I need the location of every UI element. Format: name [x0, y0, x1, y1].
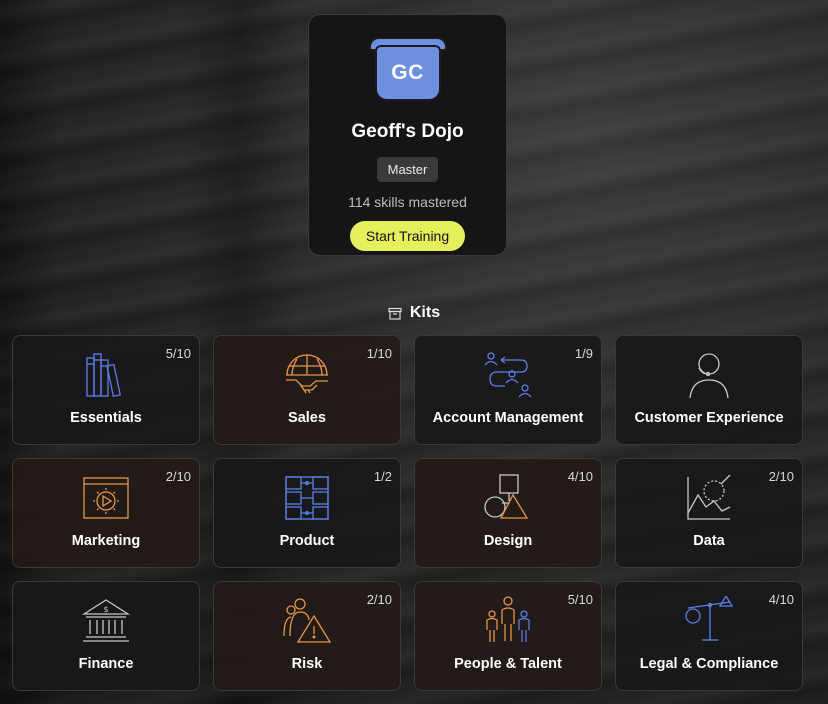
- kit-progress: 4/10: [567, 469, 593, 484]
- page-title: Geoff's Dojo: [351, 121, 464, 142]
- skills-count: 114 skills mastered: [348, 194, 467, 210]
- kit-progress: 5/10: [165, 346, 191, 361]
- kit-card-people-talent[interactable]: 5/10 People & Talent: [414, 581, 602, 691]
- kits-heading-label: Kits: [409, 304, 441, 321]
- kits-heading: Kits: [0, 304, 828, 322]
- kit-label: Customer Experience: [634, 410, 784, 426]
- kit-label: Data: [693, 533, 725, 549]
- person-headset-icon: [689, 353, 729, 399]
- kit-label: Legal & Compliance: [639, 656, 779, 672]
- product-blocks-icon: [285, 476, 329, 520]
- profile-card: GC Geoff's Dojo Master 114 skills master…: [308, 14, 507, 256]
- bank-icon: $: [81, 599, 131, 642]
- kit-label: People & Talent: [454, 656, 562, 672]
- globe-handshake-icon: [286, 354, 328, 394]
- kit-progress: 2/10: [366, 592, 392, 607]
- archive-box-icon: [388, 307, 402, 320]
- kit-progress: 1/10: [366, 346, 392, 361]
- avatar: GC: [368, 37, 447, 101]
- kits-grid: 5/10 Essentials 1/10 Sales 1/9 Account M…: [12, 335, 803, 691]
- kit-progress: 5/10: [567, 592, 593, 607]
- kit-card-finance[interactable]: $ Finance: [12, 581, 200, 691]
- kit-label: Product: [279, 533, 335, 549]
- avatar-initials: GC: [374, 45, 441, 101]
- kit-label: Design: [483, 533, 533, 549]
- kit-label: Sales: [288, 410, 326, 426]
- kit-card-marketing[interactable]: 2/10 Marketing: [12, 458, 200, 568]
- kit-card-essentials[interactable]: 5/10 Essentials: [12, 335, 200, 445]
- kit-label: Marketing: [71, 533, 141, 549]
- books-icon: [86, 353, 122, 398]
- video-play-icon: [83, 477, 129, 519]
- kit-label: Account Management: [432, 410, 584, 426]
- kit-progress: 2/10: [165, 469, 191, 484]
- kit-card-customer-experience[interactable]: Customer Experience: [615, 335, 803, 445]
- team-icon: [486, 596, 530, 642]
- kit-label: Risk: [291, 656, 323, 672]
- kit-card-design[interactable]: 4/10 Design: [414, 458, 602, 568]
- kit-progress: 1/2: [373, 469, 392, 484]
- scales-icon: [685, 596, 734, 641]
- svg-text:$: $: [103, 605, 108, 614]
- kit-progress: 1/9: [574, 346, 593, 361]
- kit-progress: 4/10: [768, 592, 794, 607]
- people-warning-icon: [283, 598, 332, 643]
- chart-magnifier-icon: [687, 474, 731, 520]
- kit-card-product[interactable]: 1/2 Product: [213, 458, 401, 568]
- kit-card-account-management[interactable]: 1/9 Account Management: [414, 335, 602, 445]
- kit-progress: 2/10: [768, 469, 794, 484]
- kit-card-legal-compliance[interactable]: 4/10 Legal & Compliance: [615, 581, 803, 691]
- shapes-icon: [484, 474, 529, 519]
- kit-label: Finance: [78, 656, 134, 672]
- start-training-button[interactable]: Start Training: [349, 221, 466, 251]
- people-exchange-icon: [484, 352, 532, 398]
- kit-card-sales[interactable]: 1/10 Sales: [213, 335, 401, 445]
- kit-label: Essentials: [70, 410, 142, 426]
- kit-card-data[interactable]: 2/10 Data: [615, 458, 803, 568]
- kit-card-risk[interactable]: 2/10 Risk: [213, 581, 401, 691]
- rank-badge: Master: [376, 157, 439, 182]
